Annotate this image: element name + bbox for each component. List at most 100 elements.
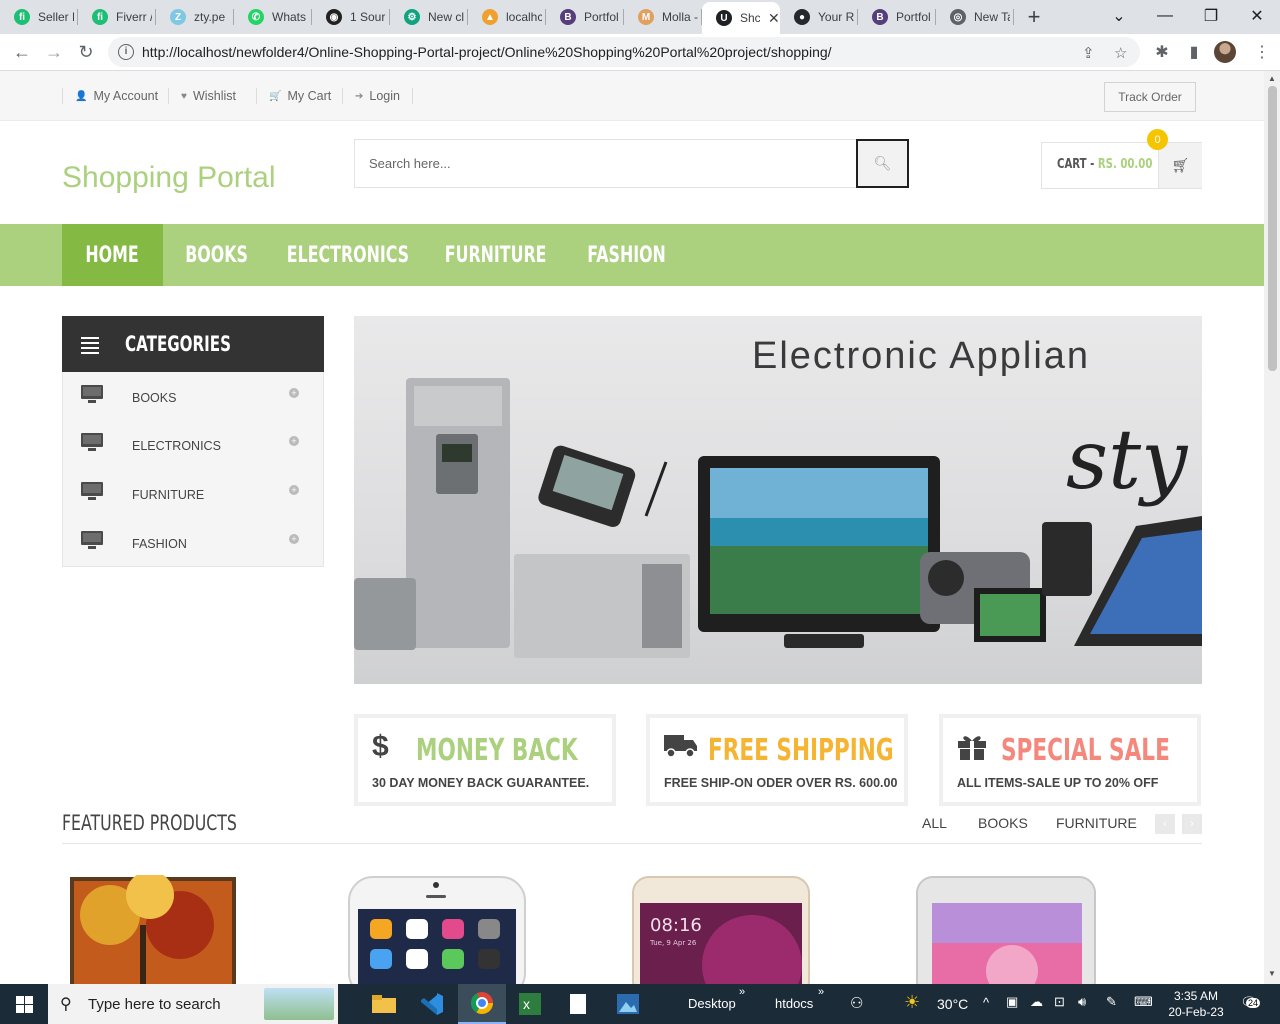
browser-tab[interactable]: ◉ 1 Sour [312,0,390,34]
site-info-icon[interactable]: i [118,44,134,60]
plus-circle-icon[interactable]: + [289,534,299,544]
chrome-taskbar-icon[interactable] [458,984,506,1024]
browser-tab[interactable]: fi Seller D [0,0,78,34]
cart-summary[interactable]: CART - RS. 00.00 🛒︎ [1041,142,1202,189]
new-tab-button[interactable]: + [1014,0,1054,34]
wishlist-link[interactable]: ♥ Wishlist [168,88,248,104]
minimize-button[interactable]: — [1142,0,1188,32]
product-card-iphone[interactable] [348,875,528,984]
browser-tab[interactable]: Zzty.pe [156,0,234,34]
share-icon[interactable]: ⇪ [1082,44,1095,62]
wishlist-label: Wishlist [192,89,236,103]
page-scrollbar[interactable]: ▲ ▼ [1264,71,1280,984]
category-books[interactable]: BOOKS + [63,372,323,421]
filter-tab-furniture[interactable]: FURNITURE [1056,815,1137,831]
my-account-link[interactable]: 👤 My Account [62,88,170,104]
reload-button[interactable]: ↻ [72,38,100,66]
htdocs-chevron-icon[interactable]: » [818,986,824,998]
browser-tab[interactable]: B Portfol [546,0,624,34]
nav-home[interactable]: HOME [62,224,163,286]
nav-fashion[interactable]: FASHION [566,224,688,286]
my-cart-link[interactable]: 🛒 My Cart [256,88,343,104]
browser-tab[interactable]: U Shc ✕ [702,2,780,34]
weather-sun-icon[interactable]: ☀ [904,992,920,1013]
search-button[interactable]: 🔍︎ [856,139,909,188]
extensions-puzzle-icon[interactable]: ✱ [1152,42,1172,62]
meet-now-icon[interactable]: ▣ [1006,994,1018,1010]
vscode-icon[interactable] [408,984,456,1024]
close-tab-icon[interactable]: ✕ [768,10,780,27]
category-electronics[interactable]: ELECTRONICS + [63,420,323,469]
tab-favicon-icon: ▲ [482,9,498,25]
tab-title: zty.pe [194,10,226,24]
plus-circle-icon[interactable]: + [289,436,299,446]
bookmark-star-icon[interactable]: ☆ [1114,44,1127,62]
scrollbar-thumb[interactable] [1268,86,1277,371]
people-icon[interactable]: ⚇ [850,994,863,1012]
floor-ac-top [414,386,502,426]
weather-temperature[interactable]: 30°C [937,996,968,1012]
file-explorer-icon[interactable] [360,984,408,1024]
carousel-prev-button[interactable]: ‹ [1155,814,1175,834]
shopping-cart-icon[interactable]: 🛒︎ [1158,143,1202,188]
login-link[interactable]: ➔ Login [342,88,413,104]
product-card-lenovo[interactable] [916,875,1096,984]
plus-circle-icon[interactable]: + [289,485,299,495]
onedrive-icon[interactable]: ☁ [1030,994,1043,1010]
start-button[interactable] [0,984,48,1024]
network-icon[interactable]: ⊡ [1054,994,1065,1010]
tab-search-chevron-icon[interactable]: ⌄ [1096,0,1142,32]
profile-avatar[interactable] [1214,41,1236,63]
category-furniture[interactable]: FURNITURE + [63,469,323,518]
browser-tab[interactable]: ◎ New Ta [936,0,1014,34]
system-clock[interactable]: 3:35 AM 20-Feb-23 [1160,988,1232,1020]
browser-tab[interactable]: ⚙ New cl [390,0,468,34]
back-button[interactable]: ← [8,38,36,66]
close-window-button[interactable]: ✕ [1234,0,1280,32]
scroll-up-arrow[interactable]: ▲ [1268,74,1276,83]
forward-button[interactable]: → [40,38,68,66]
desktop-toolbar-label[interactable]: Desktop [688,996,736,1011]
hero-banner[interactable]: Electronic Applian sty [354,316,1202,684]
track-order-button[interactable]: Track Order [1104,82,1196,112]
filter-tab-books[interactable]: BOOKS [978,815,1028,831]
browser-tab[interactable]: fi Fiverr / [78,0,156,34]
notification-center-icon[interactable]: 🗨︎24 [1240,994,1261,1011]
xampp-icon[interactable]: x [506,984,554,1024]
book-cover-image [70,875,236,984]
scroll-down-arrow[interactable]: ▼ [1268,969,1276,978]
photos-icon[interactable] [604,984,652,1024]
browser-tab[interactable]: ▲ localhc [468,0,546,34]
site-logo[interactable]: Shopping Portal [62,161,276,195]
category-fashion[interactable]: FASHION + [63,518,323,567]
search-input[interactable] [355,140,855,187]
address-bar[interactable]: i http://localhost/newfolder4/Online-Sho… [108,37,1140,67]
product-card-redmi[interactable]: 08:16 Tue, 9 Apr 26 [632,875,812,984]
browser-tab[interactable]: ✆ Whats [234,0,312,34]
volume-icon[interactable]: 🔊︎ [1078,994,1086,1010]
desktop-chevron-icon[interactable]: » [739,986,745,998]
maximize-button[interactable]: ❐ [1188,0,1234,32]
browser-tab[interactable]: B Portfol [858,0,936,34]
htdocs-toolbar-label[interactable]: htdocs [775,996,813,1011]
product-card-book[interactable] [70,875,250,984]
tab-favicon-icon: B [872,9,888,25]
tab-favicon-icon: ◎ [950,9,966,25]
plus-circle-icon[interactable]: + [289,388,299,398]
tray-chevron-up-icon[interactable]: ^ [983,995,989,1010]
carousel-next-button[interactable]: › [1182,814,1202,834]
taskbar-search-box[interactable]: ⚲ Type here to search [48,984,338,1024]
nav-electronics[interactable]: ELECTRONICS [271,224,425,286]
pen-icon[interactable]: ✎ [1106,994,1117,1010]
filter-tab-all[interactable]: ALL [922,815,947,831]
browser-tab[interactable]: ● Your R [780,0,858,34]
tab-favicon-icon: M [638,9,654,25]
nav-books[interactable]: BOOKS [163,224,271,286]
search-highlight-image [264,988,334,1020]
browser-tab[interactable]: M Molla - [624,0,702,34]
keyboard-icon[interactable]: ⌨ [1134,994,1153,1010]
chrome-menu-icon[interactable]: ⋮ [1252,42,1272,62]
nav-furniture[interactable]: FURNITURE [425,224,566,286]
side-panel-icon[interactable]: ▮ [1184,42,1204,62]
document-icon[interactable] [554,984,602,1024]
